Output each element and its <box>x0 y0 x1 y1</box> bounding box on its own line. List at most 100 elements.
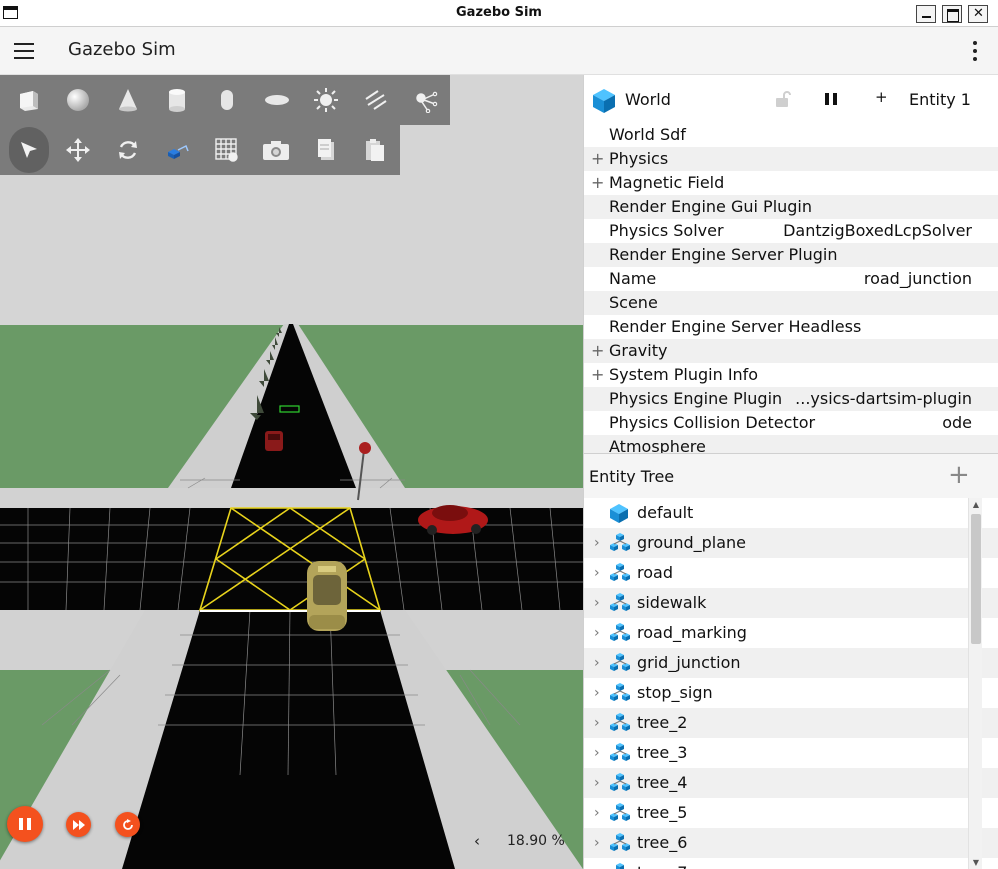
entity-tree-row[interactable]: › stop_sign <box>584 678 998 708</box>
entity-tree-row[interactable]: › sidewalk <box>584 588 998 618</box>
property-row[interactable]: + System Plugin Info <box>584 363 998 387</box>
lock-icon[interactable] <box>774 90 792 108</box>
ellipsoid-icon[interactable] <box>252 77 302 123</box>
entity-tree-row[interactable]: › tree_6 <box>584 828 998 858</box>
entity-name: default <box>637 503 694 522</box>
expand-plus-icon[interactable]: + <box>591 339 604 363</box>
property-label: Physics Engine Plugin <box>609 389 783 408</box>
hamburger-icon[interactable] <box>14 43 34 59</box>
chevron-right-icon[interactable]: › <box>594 828 600 858</box>
expand-plus-icon[interactable]: + <box>591 171 604 195</box>
property-value: ode <box>942 413 972 432</box>
entity-tree-row[interactable]: › road_marking <box>584 618 998 648</box>
property-list: World Sdf + Physics + Magnetic Field Render E… <box>584 123 998 453</box>
property-row: Physics Solver DantzigBoxedLcpSolver <box>584 219 998 243</box>
property-row: Name road_junction <box>584 267 998 291</box>
rotate-icon[interactable] <box>103 127 152 173</box>
property-label: Render Engine Gui Plugin <box>609 197 813 216</box>
chevron-right-icon[interactable]: › <box>594 708 600 738</box>
screenshot-camera-icon[interactable] <box>252 127 301 173</box>
step-forward-button[interactable] <box>66 812 91 837</box>
scroll-up-arrow-icon[interactable]: ▲ <box>971 500 981 510</box>
property-row: World Sdf <box>584 123 998 147</box>
pause-button[interactable] <box>7 806 43 842</box>
entity-tree-row[interactable]: › grid_junction <box>584 648 998 678</box>
translate-icon[interactable] <box>54 127 103 173</box>
chevron-right-icon[interactable]: › <box>594 738 600 768</box>
inspector-pause-icon[interactable] <box>824 92 838 106</box>
property-row: Render Engine Server Plugin <box>584 243 998 267</box>
directional-light-icon[interactable] <box>351 77 401 123</box>
inspector-add-icon[interactable]: + <box>875 88 888 106</box>
chevron-right-icon[interactable]: › <box>594 768 600 798</box>
paste-icon[interactable] <box>351 127 400 173</box>
chevron-right-icon[interactable]: › <box>594 618 600 648</box>
chevron-right-icon[interactable]: › <box>594 678 600 708</box>
property-row: Scene <box>584 291 998 315</box>
real-time-factor: 18.90 % <box>507 833 565 849</box>
grid-config-icon[interactable] <box>202 127 251 173</box>
expand-plus-icon[interactable]: + <box>591 363 604 387</box>
entity-tree-add-icon[interactable]: + <box>948 460 970 490</box>
scroll-thumb[interactable] <box>971 514 981 644</box>
copy-icon[interactable] <box>301 127 350 173</box>
entity-name: tree_6 <box>637 833 688 852</box>
entity-tree-row[interactable]: › tree_5 <box>584 798 998 828</box>
entity-name: tree_3 <box>637 743 688 762</box>
transform-control-icon[interactable] <box>153 127 202 173</box>
point-light-icon[interactable] <box>401 77 451 123</box>
property-row[interactable]: + Gravity <box>584 339 998 363</box>
entity-tree-row[interactable]: › road <box>584 558 998 588</box>
box-icon[interactable] <box>4 77 54 123</box>
property-row[interactable]: + Physics <box>584 147 998 171</box>
property-row[interactable]: + Magnetic Field <box>584 171 998 195</box>
property-label: Render Engine Server Plugin <box>609 245 838 264</box>
property-value: DantzigBoxedLcpSolver <box>783 221 972 240</box>
app-header: Gazebo Sim <box>0 27 998 75</box>
cylinder-icon[interactable] <box>153 77 203 123</box>
property-label: Atmosphere <box>609 437 706 453</box>
scene-render[interactable] <box>0 75 583 869</box>
entity-tree-row[interactable]: › tree_7 <box>584 858 998 869</box>
chevron-right-icon[interactable]: › <box>594 558 600 588</box>
property-label: Physics Solver <box>609 221 724 240</box>
chevron-right-icon[interactable]: › <box>594 858 600 869</box>
sun-light-icon[interactable] <box>301 77 351 123</box>
entity-tree-row[interactable]: › ground_plane <box>584 528 998 558</box>
maximize-button[interactable] <box>942 5 962 23</box>
capsule-icon[interactable] <box>202 77 252 123</box>
shapes-toolbar <box>0 75 450 125</box>
sphere-icon[interactable] <box>54 77 104 123</box>
chevron-right-icon[interactable]: › <box>594 648 600 678</box>
chevron-right-icon[interactable]: › <box>594 528 600 558</box>
world-cube-icon <box>593 89 615 113</box>
rtf-expand-chevron-icon[interactable]: ‹ <box>474 832 480 850</box>
entity-tree-row[interactable]: default <box>584 498 998 528</box>
property-row: Physics Collision Detector ode <box>584 411 998 435</box>
chevron-right-icon[interactable]: › <box>594 588 600 618</box>
scroll-down-arrow-icon[interactable]: ▼ <box>971 858 981 868</box>
expand-plus-icon[interactable]: + <box>591 147 604 171</box>
entity-tree-row[interactable]: › tree_4 <box>584 768 998 798</box>
entity-name: stop_sign <box>637 683 713 702</box>
scene-viewport[interactable]: ‹ 18.90 % <box>0 75 583 869</box>
inspector-title: World <box>625 90 671 109</box>
entity-name: tree_2 <box>637 713 688 732</box>
select-arrow-icon[interactable] <box>9 127 49 173</box>
kebab-icon[interactable] <box>970 41 980 63</box>
property-label: Physics Collision Detector <box>609 413 816 432</box>
entity-tree-row[interactable]: › tree_3 <box>584 738 998 768</box>
property-row: Atmosphere <box>584 435 998 453</box>
property-row: Render Engine Gui Plugin <box>584 195 998 219</box>
close-button[interactable] <box>968 5 988 23</box>
minimize-button[interactable] <box>916 5 936 23</box>
reset-button[interactable] <box>115 812 140 837</box>
model-icon <box>609 863 631 869</box>
chevron-right-icon[interactable]: › <box>594 798 600 828</box>
property-label: Gravity <box>609 341 668 360</box>
cone-icon[interactable] <box>103 77 153 123</box>
entity-tree-row[interactable]: › tree_2 <box>584 708 998 738</box>
entity-tree-scrollbar[interactable]: ▲ ▼ <box>968 498 982 869</box>
property-row: Physics Engine Plugin ...ysics-dartsim-pl… <box>584 387 998 411</box>
entity-name: road <box>637 563 673 582</box>
